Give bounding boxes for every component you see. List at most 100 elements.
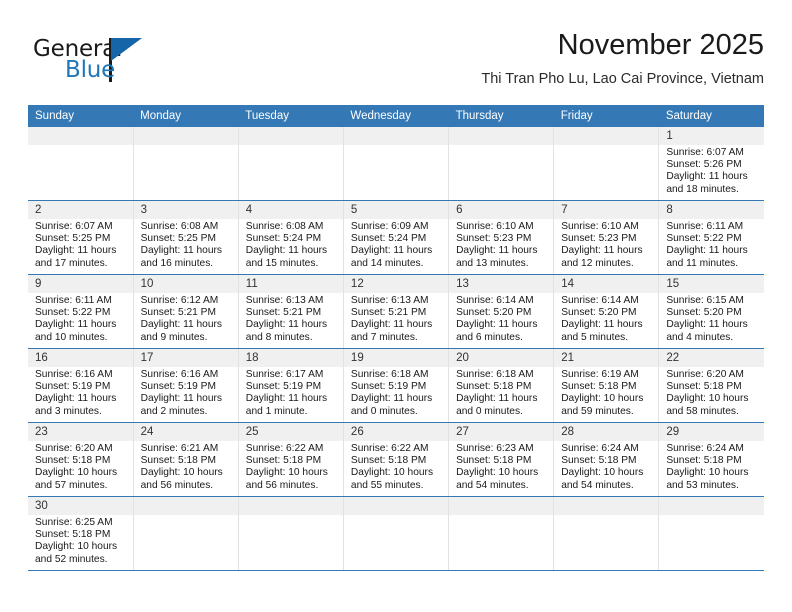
calendar-day-cell-empty: [133, 127, 239, 201]
calendar-day-cell[interactable]: 12 Sunrise: 6:13 AM Sunset: 5:21 PM Dayligh…: [343, 274, 450, 349]
calendar-day-cell[interactable]: 14 Sunrise: 6:14 AM Sunset: 5:20 PM Dayligh…: [553, 274, 660, 349]
calendar-day-cell-empty: [238, 127, 344, 201]
calendar-week-row: 9 Sunrise: 6:11 AM Sunset: 5:22 PM Daylight…: [28, 274, 764, 349]
day-number: 25: [238, 423, 343, 441]
calendar-day-cell[interactable]: 11 Sunrise: 6:13 AM Sunset: 5:21 PM Dayligh…: [238, 274, 344, 349]
sunset-text: Sunset: 5:23 PM: [456, 233, 532, 245]
sunrise-text: Sunrise: 6:07 AM: [35, 221, 113, 232]
calendar-day-cell[interactable]: 16 Sunrise: 6:16 AM Sunset: 5:19 PM Dayligh…: [28, 348, 134, 423]
calendar-day-cell[interactable]: 26 Sunrise: 6:22 AM Sunset: 5:18 PM Dayligh…: [343, 422, 450, 497]
daylight-text-cont: and 56 minutes.: [245, 479, 319, 491]
sunset-text: Sunset: 5:25 PM: [35, 233, 111, 245]
daylight-text-cont: and 52 minutes.: [35, 553, 108, 565]
sunrise-text: Sunrise: 6:08 AM: [245, 221, 324, 232]
daylight-text: Daylight: 11 hours: [561, 245, 643, 257]
day-details: Sunrise: 6:22 AM Sunset: 5:18 PM Daylight:…: [239, 441, 343, 492]
daylight-text: Daylight: 11 hours: [140, 245, 222, 257]
calendar-day-cell[interactable]: 7 Sunrise: 6:10 AM Sunset: 5:23 PM Daylight…: [553, 200, 660, 275]
calendar-day-cell[interactable]: 2 Sunrise: 6:07 AM Sunset: 5:25 PM Daylight…: [28, 200, 134, 275]
sunset-text: Sunset: 5:20 PM: [561, 307, 637, 319]
day-details: Sunrise: 6:12 AM Sunset: 5:21 PM Daylight:…: [134, 293, 238, 344]
day-details: Sunrise: 6:15 AM Sunset: 5:20 PM Daylight:…: [659, 293, 764, 344]
day-number: 2: [28, 201, 133, 219]
sunrise-text: Sunrise: 6:25 AM: [35, 517, 113, 528]
day-number: [449, 127, 554, 145]
weekday-header-saturday: Saturday: [658, 105, 764, 127]
calendar-day-cell-empty: [343, 127, 450, 201]
day-number: 26: [343, 423, 449, 441]
day-number: 18: [238, 349, 343, 367]
sunrise-text: Sunrise: 6:22 AM: [245, 443, 324, 454]
calendar-day-cell[interactable]: 24 Sunrise: 6:21 AM Sunset: 5:18 PM Dayligh…: [133, 422, 239, 497]
calendar-day-cell[interactable]: 28 Sunrise: 6:24 AM Sunset: 5:18 PM Dayligh…: [553, 422, 660, 497]
day-details: Sunrise: 6:07 AM Sunset: 5:25 PM Daylight:…: [28, 219, 133, 270]
daylight-text-cont: and 1 minute.: [245, 405, 308, 417]
daylight-text: Daylight: 11 hours: [35, 319, 117, 331]
daylight-text-cont: and 10 minutes.: [35, 331, 108, 343]
calendar-day-cell[interactable]: 27 Sunrise: 6:23 AM Sunset: 5:18 PM Dayligh…: [448, 422, 555, 497]
calendar-day-cell[interactable]: 23 Sunrise: 6:20 AM Sunset: 5:18 PM Dayligh…: [28, 422, 134, 497]
sunset-text: Sunset: 5:25 PM: [140, 233, 216, 245]
calendar-day-cell[interactable]: 10 Sunrise: 6:12 AM Sunset: 5:21 PM Dayligh…: [133, 274, 239, 349]
sunset-text: Sunset: 5:22 PM: [35, 307, 111, 319]
sunset-text: Sunset: 5:18 PM: [140, 455, 216, 467]
day-details: Sunrise: 6:16 AM Sunset: 5:19 PM Daylight:…: [134, 367, 238, 418]
calendar-day-cell[interactable]: 30 Sunrise: 6:25 AM Sunset: 5:18 PM Dayligh…: [28, 496, 134, 571]
day-details: Sunrise: 6:08 AM Sunset: 5:25 PM Daylight:…: [134, 219, 238, 270]
calendar-day-cell[interactable]: 22 Sunrise: 6:20 AM Sunset: 5:18 PM Dayligh…: [658, 348, 764, 423]
day-details: Sunrise: 6:10 AM Sunset: 5:23 PM Daylight:…: [449, 219, 553, 270]
day-details: Sunrise: 6:24 AM Sunset: 5:18 PM Daylight:…: [554, 441, 658, 492]
calendar-body: 1 Sunrise: 6:07 AM Sunset: 5:26 PM Daylight…: [28, 127, 764, 571]
calendar-day-cell[interactable]: 13 Sunrise: 6:14 AM Sunset: 5:20 PM Dayligh…: [448, 274, 555, 349]
calendar-header-row: Sunday Monday Tuesday Wednesday Thursday…: [28, 105, 764, 127]
daylight-text-cont: and 13 minutes.: [456, 257, 529, 269]
daylight-text: Daylight: 10 hours: [666, 467, 749, 479]
day-number: 11: [238, 275, 343, 293]
sunset-text: Sunset: 5:21 PM: [245, 307, 322, 319]
day-number: 21: [554, 349, 659, 367]
calendar-day-cell[interactable]: 21 Sunrise: 6:19 AM Sunset: 5:18 PM Dayligh…: [553, 348, 660, 423]
sunset-text: Sunset: 5:18 PM: [561, 381, 637, 393]
weekday-header-sunday: Sunday: [28, 105, 134, 127]
calendar-day-cell[interactable]: 1 Sunrise: 6:07 AM Sunset: 5:26 PM Daylight…: [658, 127, 764, 201]
day-number: 20: [449, 349, 554, 367]
calendar-day-cell[interactable]: 18 Sunrise: 6:17 AM Sunset: 5:19 PM Dayligh…: [238, 348, 344, 423]
day-details: Sunrise: 6:24 AM Sunset: 5:18 PM Daylight:…: [659, 441, 764, 492]
daylight-text: Daylight: 11 hours: [140, 393, 222, 405]
sunset-text: Sunset: 5:19 PM: [35, 381, 111, 393]
day-number: 5: [343, 201, 449, 219]
sunrise-text: Sunrise: 6:10 AM: [561, 221, 639, 232]
daylight-text-cont: and 58 minutes.: [666, 405, 739, 417]
calendar-day-cell[interactable]: 9 Sunrise: 6:11 AM Sunset: 5:22 PM Daylight…: [28, 274, 134, 349]
day-details: Sunrise: 6:17 AM Sunset: 5:19 PM Daylight:…: [239, 367, 343, 418]
general-blue-logo[interactable]: General Blue: [33, 36, 253, 92]
calendar-day-cell[interactable]: 3 Sunrise: 6:08 AM Sunset: 5:25 PM Daylight…: [133, 200, 239, 275]
sunset-text: Sunset: 5:18 PM: [35, 455, 111, 467]
calendar-day-cell[interactable]: 15 Sunrise: 6:15 AM Sunset: 5:20 PM Dayligh…: [658, 274, 764, 349]
calendar-day-cell[interactable]: 6 Sunrise: 6:10 AM Sunset: 5:23 PM Daylight…: [448, 200, 555, 275]
sunset-text: Sunset: 5:19 PM: [350, 381, 427, 393]
sunrise-text: Sunrise: 6:22 AM: [350, 443, 429, 454]
day-details: Sunrise: 6:13 AM Sunset: 5:21 PM Daylight:…: [239, 293, 343, 344]
daylight-text-cont: and 54 minutes.: [456, 479, 529, 491]
day-number: 3: [133, 201, 238, 219]
sunset-text: Sunset: 5:18 PM: [456, 455, 532, 467]
calendar-day-cell[interactable]: 25 Sunrise: 6:22 AM Sunset: 5:18 PM Dayligh…: [238, 422, 344, 497]
calendar-week-row: 2 Sunrise: 6:07 AM Sunset: 5:25 PM Daylight…: [28, 200, 764, 275]
calendar-day-cell[interactable]: 29 Sunrise: 6:24 AM Sunset: 5:18 PM Dayligh…: [658, 422, 764, 497]
calendar-grid: Sunday Monday Tuesday Wednesday Thursday…: [28, 105, 764, 571]
sunset-text: Sunset: 5:19 PM: [245, 381, 322, 393]
daylight-text-cont: and 0 minutes.: [456, 405, 523, 417]
calendar-day-cell[interactable]: 5 Sunrise: 6:09 AM Sunset: 5:24 PM Daylight…: [343, 200, 450, 275]
daylight-text: Daylight: 10 hours: [456, 467, 539, 479]
calendar-day-cell[interactable]: 17 Sunrise: 6:16 AM Sunset: 5:19 PM Dayligh…: [133, 348, 239, 423]
calendar-day-cell[interactable]: 4 Sunrise: 6:08 AM Sunset: 5:24 PM Daylight…: [238, 200, 344, 275]
calendar-day-cell[interactable]: 8 Sunrise: 6:11 AM Sunset: 5:22 PM Daylight…: [658, 200, 764, 275]
calendar-day-cell[interactable]: 19 Sunrise: 6:18 AM Sunset: 5:19 PM Dayligh…: [343, 348, 450, 423]
calendar-week-row: 23 Sunrise: 6:20 AM Sunset: 5:18 PM Dayligh…: [28, 422, 764, 497]
calendar-day-cell[interactable]: 20 Sunrise: 6:18 AM Sunset: 5:18 PM Dayligh…: [448, 348, 555, 423]
day-number: [238, 127, 343, 145]
daylight-text: Daylight: 10 hours: [245, 467, 328, 479]
day-details: Sunrise: 6:11 AM Sunset: 5:22 PM Daylight:…: [659, 219, 764, 270]
daylight-text-cont: and 12 minutes.: [561, 257, 634, 269]
